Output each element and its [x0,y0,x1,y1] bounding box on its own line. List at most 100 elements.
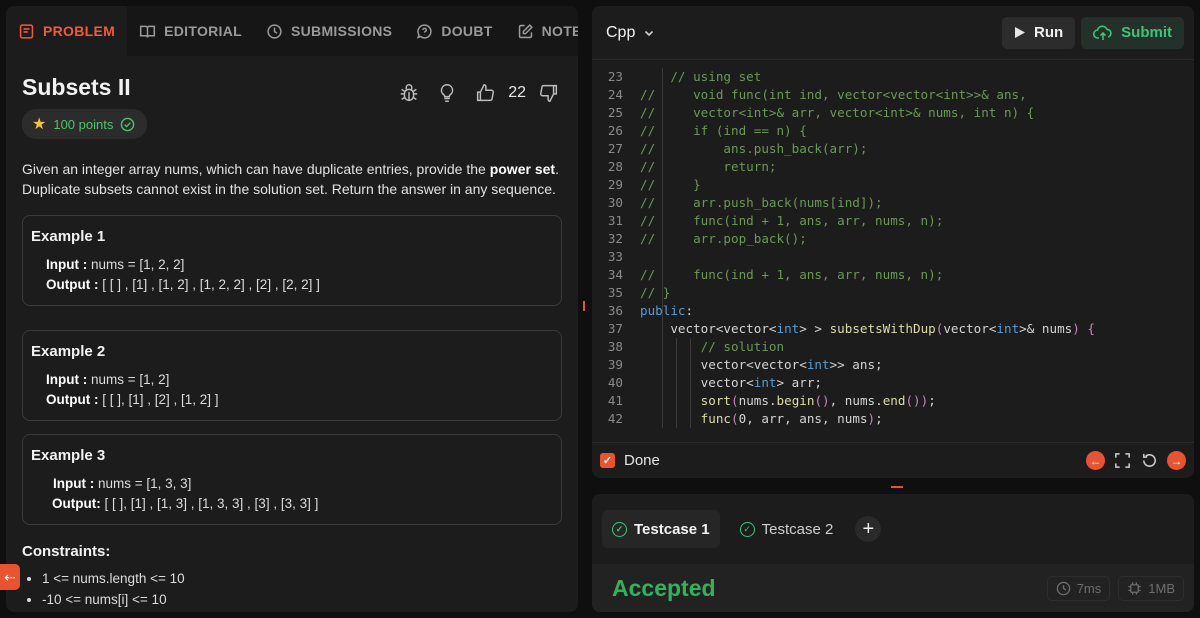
horizontal-resize-handle[interactable] [891,486,903,488]
fullscreen-icon[interactable] [1113,451,1132,470]
tab-notes[interactable]: NOTES [505,6,578,56]
tab-doubt[interactable]: DOUBT [404,6,504,56]
constraint-item: -10 <= nums[i] <= 10 [42,589,562,610]
code-text: // arr.pop_back(); [640,231,807,246]
code-text: // ans.push_back(arr); [640,141,868,156]
tab-editorial[interactable]: EDITORIAL [127,6,254,56]
language-label: Cpp [606,23,636,41]
line-number: 24 [607,87,623,102]
example-input: Input : nums = [1, 3, 3] [53,476,192,491]
code-area[interactable]: 23 // using set 24 // void func(int ind, v… [592,68,1194,440]
run-button[interactable]: Run [1001,16,1076,49]
tab-testcase-1[interactable]: ✓ Testcase 1 [602,510,720,548]
code-line: 35 // } [592,284,1194,302]
lightbulb-icon[interactable] [436,82,458,104]
indent-guide [690,338,691,428]
example-input: Input : nums = [1, 2, 2] [46,257,185,272]
chevron-down-icon [645,30,654,36]
console-panel: ✓ Testcase 1 ✓ Testcase 2 + Accepted 7ms… [592,494,1194,612]
code-line: 24 // void func(int ind, vector<vector<in… [592,86,1194,104]
vertical-resize-handle[interactable] [583,301,585,311]
code-line: 38 // solution [592,338,1194,356]
submit-label: Submit [1121,24,1172,41]
code-text: // return; [640,159,777,174]
line-number: 33 [607,249,623,264]
code-line: 39 vector<vector<int>> ans; [592,356,1194,374]
line-number: 23 [607,69,623,84]
runtime-value: 7ms [1076,580,1102,596]
thumbs-up-icon[interactable] [474,82,496,104]
code-text: // func(ind + 1, ans, arr, nums, n); [640,213,944,228]
problem-description: Given an integer array nums, which can h… [22,161,559,197]
code-text: sort(nums.begin(), nums.end()); [700,393,936,408]
code-line: 28 // return; [592,158,1194,176]
submit-button[interactable]: Submit [1081,16,1184,49]
add-testcase-button[interactable]: + [855,516,882,542]
code-line: 40 vector<int> arr; [592,374,1194,392]
line-number: 37 [607,321,623,336]
constraint-item: 1 <= nums.length <= 10 [42,568,562,589]
code-line: 42 func(0, arr, ans, nums); [592,410,1194,428]
code-text: // using set [670,69,762,84]
tab-label: DOUBT [441,23,493,39]
tab-label: EDITORIAL [164,23,242,39]
code-line: 26 // if (ind == n) { [592,122,1194,140]
reset-icon[interactable] [1140,451,1159,470]
code-text: // } [640,177,701,192]
bug-icon[interactable] [398,82,420,104]
result-bar: Accepted 7ms 1MB [592,564,1194,612]
language-select[interactable]: Cpp [606,24,655,42]
code-line: 25 // vector<int>& arr, vector<int>& nums… [592,104,1194,122]
code-text: // void func(int ind, vector<vector<int>… [640,87,1027,102]
tab-label: SUBMISSIONS [291,23,393,39]
points-badge: ★ 100 points [22,109,148,139]
code-editor-panel: Cpp Run Submit 23 // using set 24 // void … [592,6,1194,478]
open-book-icon [140,25,156,38]
memory-metric: 1MB [1118,575,1184,601]
chat-question-icon [417,23,432,39]
prev-arrow-icon[interactable]: ← [1086,451,1105,470]
line-number: 38 [607,339,623,354]
tab-submissions[interactable]: SUBMISSIONS [254,6,404,56]
code-line: 29 // } [592,176,1194,194]
example-2: Example 2 Input : nums = [1, 2] Output :… [22,330,562,421]
line-number: 36 [607,303,623,318]
result-status: Accepted [612,574,716,601]
line-number: 30 [607,195,623,210]
check-circle-icon: ✓ [739,521,755,537]
code-line: 34 // func(ind + 1, ans, arr, nums, n); [592,266,1194,284]
line-number: 25 [607,105,623,120]
run-label: Run [1033,24,1064,41]
next-arrow-icon[interactable]: → [1167,451,1186,470]
example-title: Example 1 [31,228,106,245]
tab-label: NOTES [541,23,578,39]
done-checkbox[interactable]: ✓ Done [600,452,660,469]
code-text: vector<int> arr; [640,375,822,390]
code-line: 36 public: [592,302,1194,320]
code-text: // } [640,285,671,300]
cloud-upload-icon [1093,25,1112,40]
thumbs-down-icon[interactable] [538,82,560,104]
memory-value: 1MB [1148,580,1175,596]
code-line: 31 // func(ind + 1, ans, arr, nums, n); [592,212,1194,230]
tab-testcase-2[interactable]: ✓ Testcase 2 [730,510,844,548]
example-output: Output : [ [ ] , [1] , [1, 2] , [1, 2, 2… [46,277,320,292]
line-number: 39 [607,357,623,372]
note-edit-icon [518,23,533,38]
line-number: 29 [607,177,623,192]
testcase-label: Testcase 1 [634,520,710,538]
runtime-metric: 7ms [1046,575,1111,601]
book-icon [19,23,34,39]
tab-problem[interactable]: PROBLEM [6,6,128,56]
line-number: 31 [607,213,623,228]
constraints-list: 1 <= nums.length <= 10 -10 <= nums[i] <=… [22,568,562,610]
example-title: Example 2 [31,343,106,360]
collapse-left-arrow-icon[interactable]: ⇠ [0,564,20,590]
code-text: // func(ind + 1, ans, arr, nums, n); [640,267,944,282]
line-number: 35 [607,285,623,300]
line-number: 32 [607,231,623,246]
problem-panel: PROBLEM EDITORIAL SUBMISSIONS DOUBT NOTE… [6,6,578,612]
done-label: Done [624,452,660,469]
code-text: // arr.push_back(nums[ind]); [640,195,883,210]
example-output: Output: [ [ ], [1] , [1, 3] , [1, 3, 3] … [52,496,319,511]
